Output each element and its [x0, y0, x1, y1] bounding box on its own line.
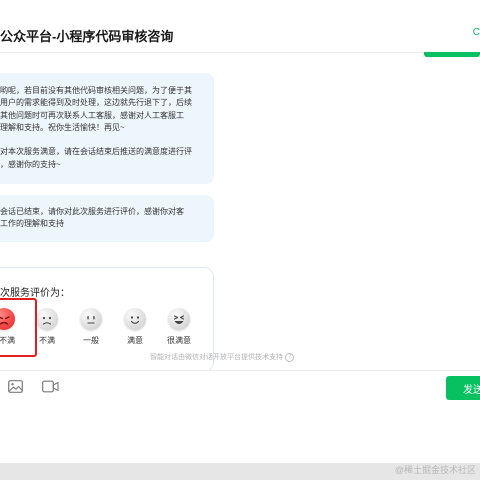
- message-line: 对本次服务满意，请在会话结束后推送的满意度进行评: [0, 147, 192, 157]
- help-icon[interactable]: ?: [285, 352, 294, 362]
- neutral-face-icon[interactable]: [80, 308, 102, 330]
- laughing-face-icon[interactable]: [168, 308, 190, 330]
- rating-title: 次服务评价为：: [0, 288, 70, 299]
- powered-by-text: 智能对话由微信对话开放平台提供技术支持: [150, 354, 283, 361]
- sad-face-icon[interactable]: [36, 308, 58, 330]
- powered-by-note: 智能对话由微信对话开放平台提供技术支持?: [150, 352, 294, 362]
- image-icon[interactable]: [8, 380, 23, 398]
- chat-window: 公众平台-小程序代码审核咨询 C 哟呢，若目前没有其他代码审核相关问题，为了便于…: [0, 0, 480, 463]
- send-button[interactable]: 发送: [446, 376, 480, 400]
- message-line: 会话已结束，请你对此次服务进行评价，感谢你对客: [0, 207, 184, 216]
- message-line: 其他问题时可再次联系人工客服，感谢对人工客服工: [0, 110, 184, 120]
- message-line: 哟呢，若目前没有其他代码审核相关问题，为了便于其: [0, 86, 192, 95]
- video-icon[interactable]: [42, 380, 59, 398]
- message-line: 用户的需求能得到及时处理，这边就先行退下了，后续: [0, 98, 192, 108]
- message-line: 工作的理解和支持: [0, 219, 64, 229]
- rating-option-label[interactable]: 一般: [76, 335, 106, 346]
- input-toolbar: [0, 370, 480, 463]
- message-list: 哟呢，若目前没有其他代码审核相关问题，为了便于其 用户的需求能得到及时处理，这边…: [0, 57, 480, 372]
- header-action-icon[interactable]: C: [473, 27, 480, 38]
- message-line: 理解和支持。祝你生活愉快！再见~: [0, 122, 125, 132]
- rating-option-label[interactable]: 很满意: [164, 335, 194, 346]
- message-bubble: 哟呢，若目前没有其他代码审核相关问题，为了便于其 用户的需求能得到及时处理，这边…: [0, 73, 214, 184]
- message-line: ，感谢你的支持~: [0, 159, 61, 169]
- rating-option-label[interactable]: 满意: [120, 335, 150, 346]
- chat-header: 公众平台-小程序代码审核咨询 C: [0, 0, 480, 53]
- smile-face-icon[interactable]: [124, 308, 146, 330]
- selection-highlight: [0, 298, 37, 357]
- message-bubble: 会话已结束，请你对此次服务进行评价，感谢你对客 工作的理解和支持: [0, 195, 214, 242]
- message-line: [0, 134, 208, 146]
- watermark: @稀土掘金技术社区: [394, 465, 476, 475]
- chat-title: 公众平台-小程序代码审核咨询: [0, 29, 174, 44]
